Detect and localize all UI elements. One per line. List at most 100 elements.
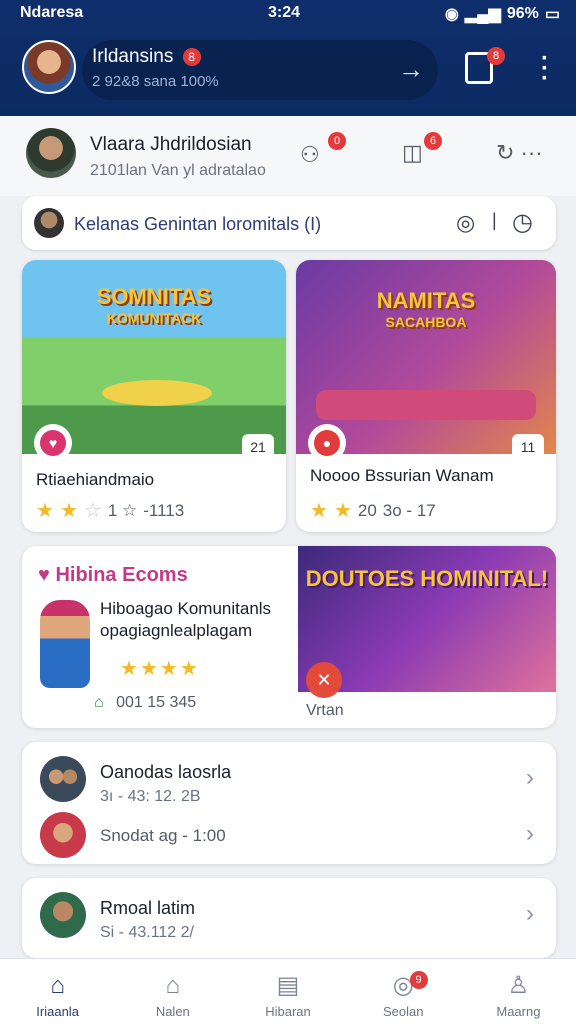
featured-card[interactable]: ♥ Hibina Ecoms Hiboagao Komunitanls opag… — [22, 546, 556, 728]
nav-item-home[interactable]: ⌂ Iriaanla — [0, 959, 115, 1024]
card-image: SOMNITAS KOMUNITACK ♥ 21 — [22, 260, 286, 462]
list-item[interactable]: Snodat ag - 1:00 › — [22, 804, 556, 864]
community-text: Kelanas Genintan loromitals (I) — [74, 214, 322, 234]
people-icon[interactable]: ⚇ — [300, 142, 320, 168]
clock: 3:24 — [268, 4, 301, 21]
rating-text: -1113 — [143, 500, 185, 520]
house-outline-icon: ⌂ — [165, 972, 181, 999]
featured-rating: ★ ★ ★ ★ — [120, 656, 198, 681]
star-icon: ★ — [179, 658, 198, 680]
app-header: Ndaresa 3:24 ◉ ▂▄▆ 96% ▭ Irldansins 8 2 … — [0, 0, 576, 116]
featured-title: Hibina Ecoms — [55, 564, 188, 586]
sofa-graphic — [316, 390, 536, 420]
nav-label: Hibaran — [265, 1004, 311, 1019]
list-item-title: Rmoal latim — [100, 898, 196, 918]
card-chip[interactable]: ♥ — [34, 424, 72, 462]
avatar — [40, 756, 86, 802]
community-card[interactable]: NAMITAS SACAHBOA ● 11 Noooo Bssurian Wan… — [296, 260, 556, 532]
nav-label: Nalen — [155, 1004, 190, 1019]
profile-name: Vlaara Jhdrildosian — [90, 134, 252, 155]
card-image-title: NAMITAS — [376, 288, 476, 313]
toggle-icon[interactable]: ◎ — [456, 210, 475, 236]
chevron-right-icon[interactable]: › — [526, 900, 534, 928]
star-icon: ★ — [139, 658, 158, 680]
close-icon[interactable]: ✕ — [306, 662, 342, 698]
battery-level: 96% — [506, 5, 539, 22]
card-image-title: SOMNITAS — [96, 284, 212, 309]
nav-item-notifications[interactable]: ◎ 9 Seolan — [346, 959, 461, 1024]
star-icon: ★ — [36, 500, 54, 522]
featured-image-title: DOUTOES HOMINITAL! — [305, 566, 549, 591]
star-icon: ★ — [310, 500, 328, 522]
nav-label: Maarng — [496, 1004, 541, 1019]
card-chip[interactable]: ● — [308, 424, 346, 462]
nav-badge: 9 — [409, 971, 428, 989]
rating-value: 1 ☆ — [107, 500, 138, 520]
chat-icon[interactable]: ◫ — [402, 140, 423, 166]
arrow-right-icon[interactable]: → — [398, 54, 424, 85]
carrier-label: Ndaresa — [20, 4, 84, 21]
event-list: Oanodas laosrla 3ı - 43: 12. 2B › Snodat… — [22, 742, 556, 864]
card-rating: ★ ★ ☆ 1 ☆ -1113 — [36, 498, 184, 523]
pin-icon: ♥ — [38, 564, 56, 586]
profile-subtitle: 2101lan Van yl adratalao — [90, 162, 266, 179]
header-subtitle: 2 92&8 sana 100% — [92, 73, 219, 90]
card-title: Noooo Bssurian Wanam — [310, 466, 494, 485]
card-tag: 11 — [512, 434, 544, 460]
header-name: Irldansins — [92, 46, 174, 67]
list-item-title: Oanodas laosrla — [100, 762, 232, 782]
profile-avatar[interactable] — [26, 128, 76, 178]
list-item-subtitle: Snodat ag - 1:00 — [100, 826, 226, 845]
status-bar: Ndaresa 3:24 ◉ ▂▄▆ 96% ▭ — [0, 4, 576, 26]
community-pill[interactable]: Kelanas Genintan loromitals (I) ◎ | ◷ — [22, 196, 556, 250]
record-icon: ● — [314, 430, 340, 456]
document-badge: 8 — [487, 47, 505, 65]
event-list: Rmoal latim Si - 43.112 2/ › — [22, 878, 556, 958]
nav-label: Seolan — [382, 1004, 424, 1019]
chevron-right-icon[interactable]: › — [526, 764, 534, 792]
character-illustration — [40, 600, 90, 688]
card-rating: ★ ★ 20 3o - 17 — [310, 498, 436, 523]
user-avatar[interactable] — [22, 40, 76, 94]
rating-text: 3o - 17 — [382, 500, 436, 520]
list-item-subtitle: Si - 43.112 2/ — [100, 924, 194, 941]
nav-item-profile[interactable]: ♙ Maarng — [461, 959, 576, 1024]
featured-meta: 001 15 345 — [116, 694, 197, 711]
card-image-subtitle: KOMUNITACK — [106, 310, 202, 326]
header-name-badge: 8 — [182, 47, 201, 66]
home-icon: ⌂ — [94, 694, 104, 711]
signal-icon: ▂▄▆ — [464, 6, 501, 23]
chat-badge: 6 — [424, 132, 442, 150]
nav-item-entertainment[interactable]: ▤ Hibaran — [230, 959, 345, 1024]
community-card[interactable]: SOMNITAS KOMUNITACK ♥ 21 Rtiaehiandmaio … — [22, 260, 286, 532]
card-tag: 21 — [242, 434, 274, 460]
featured-image-label: Vrtan — [306, 702, 344, 719]
featured-description: Hiboagao Komunitanls opagiagnlealplagam — [100, 599, 272, 640]
star-icon: ★ — [333, 500, 352, 522]
featured-image[interactable]: DOUTOES HOMINITAL! ✕ — [298, 546, 556, 698]
star-icon: ★ — [59, 500, 78, 522]
document-icon: ▤ — [276, 972, 300, 999]
chevron-right-icon[interactable]: › — [526, 820, 534, 848]
battery-icon: ▭ — [544, 6, 560, 23]
star-icon: ★ — [159, 658, 178, 680]
profile-row[interactable]: Vlaara Jhdrildosian 2101lan Van yl adrat… — [0, 116, 576, 196]
avatar — [40, 812, 86, 858]
community-avatar — [34, 208, 64, 238]
people-badge: 0 — [328, 132, 346, 150]
more-vertical-icon[interactable]: · · · — [537, 47, 553, 91]
list-item[interactable]: Oanodas laosrla 3ı - 43: 12. 2B › — [22, 748, 556, 808]
avatar — [40, 892, 86, 938]
star-empty-icon: ☆ — [83, 500, 102, 522]
clock-icon[interactable]: ◷ — [512, 208, 533, 237]
wifi-icon: ◉ — [444, 6, 459, 23]
header-profile-pill[interactable]: Irldansins 8 2 92&8 sana 100% → — [82, 40, 438, 100]
user-icon: ♙ — [507, 972, 530, 999]
home-icon: ⌂ — [50, 972, 65, 999]
nav-item-explore[interactable]: ⌂ Nalen — [115, 959, 230, 1024]
card-title: Rtiaehiandmaio — [36, 470, 155, 489]
nav-label: Iriaanla — [36, 1004, 79, 1019]
refresh-icon[interactable]: ↻ ··· — [496, 140, 543, 166]
divider: | — [492, 210, 497, 230]
list-item[interactable]: Rmoal latim Si - 43.112 2/ › — [22, 884, 556, 944]
